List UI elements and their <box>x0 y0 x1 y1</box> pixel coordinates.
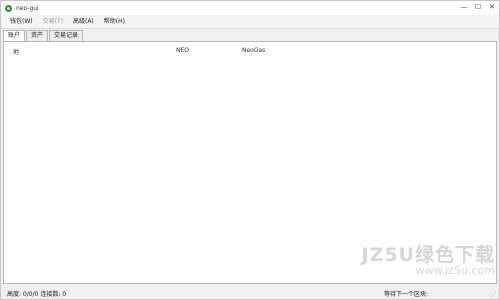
column-header-address[interactable]: 地 <box>13 47 19 56</box>
title-bar[interactable]: neo-gui — ☐ ✕ <box>1 1 499 15</box>
menu-transaction[interactable]: 交易(T) <box>38 15 68 28</box>
tab-assets[interactable]: 资产 <box>26 30 49 41</box>
accounts-list[interactable]: 地 NEO NeoGas <box>3 41 497 284</box>
tab-bar: 账户 资产 交易记录 <box>3 30 84 42</box>
tab-transactions[interactable]: 交易记录 <box>49 30 84 41</box>
menu-bar: 钱包(W) 交易(T) 高级(A) 帮助(H) <box>1 15 499 29</box>
status-bar: 高度: 0/0/0 连接数: 0 等待下一个区块: ⋰ <box>1 287 499 299</box>
column-header-neogas[interactable]: NeoGas <box>242 47 265 54</box>
minimize-button[interactable]: — <box>457 1 471 13</box>
list-header: 地 NEO NeoGas <box>4 42 496 56</box>
resize-grip-icon[interactable]: ⋰ <box>490 291 496 298</box>
status-height-connections: 高度: 0/0/0 连接数: 0 <box>7 290 67 298</box>
column-header-neo[interactable]: NEO <box>176 47 189 54</box>
maximize-button[interactable]: ☐ <box>471 1 485 13</box>
menu-advanced[interactable]: 高级(A) <box>68 15 99 28</box>
status-next-block: 等待下一个区块: <box>384 290 429 298</box>
close-button[interactable]: ✕ <box>485 1 499 13</box>
window-title: neo-gui <box>16 4 39 12</box>
window-controls: — ☐ ✕ <box>457 1 499 15</box>
menu-help[interactable]: 帮助(H) <box>99 15 130 28</box>
app-icon <box>5 4 12 12</box>
main-window: neo-gui — ☐ ✕ 钱包(W) 交易(T) 高级(A) 帮助(H) 账户… <box>0 0 500 300</box>
menu-wallet[interactable]: 钱包(W) <box>5 15 38 28</box>
